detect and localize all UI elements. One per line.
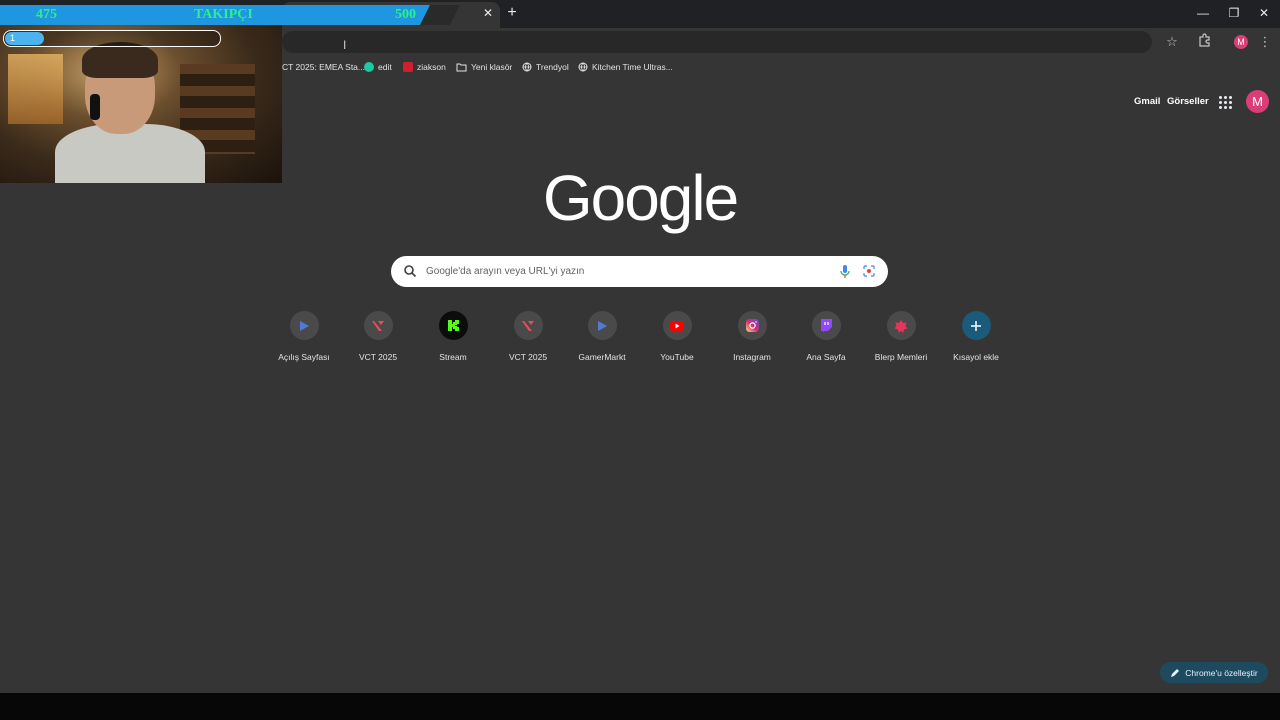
shortcut-label: GamerMarkt bbox=[578, 352, 626, 362]
folder-icon bbox=[456, 63, 467, 72]
search-icon bbox=[404, 265, 417, 278]
extensions-icon[interactable] bbox=[1196, 33, 1214, 51]
close-window-button[interactable]: ✕ bbox=[1254, 4, 1274, 22]
customize-chrome-button[interactable]: Chrome'u özelleştir bbox=[1160, 662, 1268, 683]
bookmark-label: Trendyol bbox=[536, 62, 569, 72]
play-triangle-icon bbox=[300, 320, 309, 331]
shortcut-label: VCT 2025 bbox=[358, 352, 398, 362]
address-bar[interactable] bbox=[282, 31, 1152, 53]
bookmark-label: Kitchen Time Ultras... bbox=[592, 62, 673, 72]
valorant-icon bbox=[372, 320, 384, 331]
bookmark-label: Yeni klasör bbox=[471, 62, 513, 72]
bookmark-edit[interactable]: edit bbox=[364, 60, 392, 74]
bottom-strip bbox=[0, 693, 1280, 720]
shortcut-ana-sayfa[interactable]: Ana Sayfa bbox=[789, 311, 863, 371]
shortcut-label: Instagram bbox=[733, 352, 771, 362]
shortcut-label: YouTube bbox=[660, 352, 694, 362]
followers-goal: 500 bbox=[395, 7, 416, 22]
microphone-icon[interactable] bbox=[839, 264, 851, 279]
bookmark-label: CT 2025: EMEA Sta... bbox=[282, 62, 365, 72]
globe-icon bbox=[522, 62, 532, 72]
edit-site-icon bbox=[364, 62, 374, 72]
bookmark-trendyol[interactable]: Trendyol bbox=[522, 60, 569, 74]
shortcut-instagram[interactable]: Instagram bbox=[715, 311, 789, 371]
plus-icon bbox=[971, 320, 981, 331]
shortcut-vct-2025-second[interactable]: VCT 2025 bbox=[491, 311, 565, 371]
youtube-icon bbox=[670, 320, 684, 331]
customize-label: Chrome'u özelleştir bbox=[1185, 667, 1258, 678]
sub-goal-bar: 1 bbox=[3, 30, 221, 47]
bookmark-ziakson[interactable]: ziakson bbox=[403, 60, 446, 74]
bookmark-star-icon[interactable]: ☆ bbox=[1163, 33, 1181, 51]
bookmark-label: ziakson bbox=[417, 62, 446, 72]
shortcut-label: VCT 2025 bbox=[508, 352, 548, 362]
shortcut-label: Blerp Memleri bbox=[874, 352, 928, 362]
tab-close-icon[interactable]: ✕ bbox=[481, 6, 495, 20]
google-account-avatar[interactable]: M bbox=[1246, 90, 1269, 113]
bookmark-folder-yeni-klasor[interactable]: Yeni klasör bbox=[456, 60, 512, 74]
images-link[interactable]: Görseller bbox=[1167, 96, 1209, 107]
shortcut-stream[interactable]: Stream bbox=[416, 311, 490, 371]
search-box[interactable] bbox=[391, 256, 888, 287]
kick-icon bbox=[447, 320, 459, 331]
gmail-link[interactable]: Gmail bbox=[1134, 96, 1160, 107]
menu-kebab-icon[interactable]: ⋮ bbox=[1256, 33, 1274, 51]
shortcut-label: Kısayol ekle bbox=[953, 352, 999, 362]
search-input[interactable] bbox=[426, 256, 826, 287]
ziakson-site-icon bbox=[403, 62, 413, 72]
followers-label: TAKIPÇI bbox=[194, 7, 253, 22]
headset-icon bbox=[90, 94, 100, 120]
shortcut-label: Ana Sayfa bbox=[806, 352, 846, 362]
shortcut-blerp-memleri[interactable]: Blerp Memleri bbox=[864, 311, 938, 371]
shortcut-gamermarkt[interactable]: GamerMarkt bbox=[565, 311, 639, 371]
shortcut-vct-2025[interactable]: VCT 2025 bbox=[341, 311, 415, 371]
shortcut-youtube[interactable]: YouTube bbox=[640, 311, 714, 371]
shortcut-label: Açılış Sayfası bbox=[278, 352, 330, 362]
profile-avatar[interactable]: M bbox=[1234, 35, 1248, 49]
bookmark-label: edit bbox=[378, 62, 392, 72]
valorant-icon bbox=[522, 320, 534, 331]
play-triangle-icon bbox=[598, 320, 607, 331]
globe-icon bbox=[578, 62, 588, 72]
pencil-icon bbox=[1171, 668, 1180, 677]
bookmark-kitchen-time[interactable]: Kitchen Time Ultras... bbox=[578, 60, 673, 74]
instagram-icon bbox=[745, 319, 759, 332]
twitch-icon bbox=[821, 319, 832, 332]
shortcut-acilis-sayfasi[interactable]: Açılış Sayfası bbox=[267, 311, 341, 371]
minimize-button[interactable]: — bbox=[1193, 4, 1213, 22]
webcam-overlay bbox=[0, 24, 282, 183]
google-lens-icon[interactable] bbox=[862, 264, 876, 278]
google-logo: Google bbox=[542, 162, 739, 234]
add-shortcut-button[interactable]: Kısayol ekle bbox=[939, 311, 1013, 371]
sub-goal-number: 1 bbox=[10, 33, 16, 43]
text-cursor-icon: I bbox=[343, 38, 347, 52]
followers-current: 475 bbox=[36, 7, 57, 22]
restore-button[interactable]: ❐ bbox=[1224, 4, 1244, 22]
google-apps-icon[interactable] bbox=[1217, 94, 1233, 110]
new-tab-button[interactable]: + bbox=[503, 4, 521, 22]
blerp-icon bbox=[894, 319, 908, 333]
shortcut-label: Stream bbox=[439, 352, 467, 362]
bookmark-vct-emea[interactable]: CT 2025: EMEA Sta... bbox=[282, 60, 365, 74]
